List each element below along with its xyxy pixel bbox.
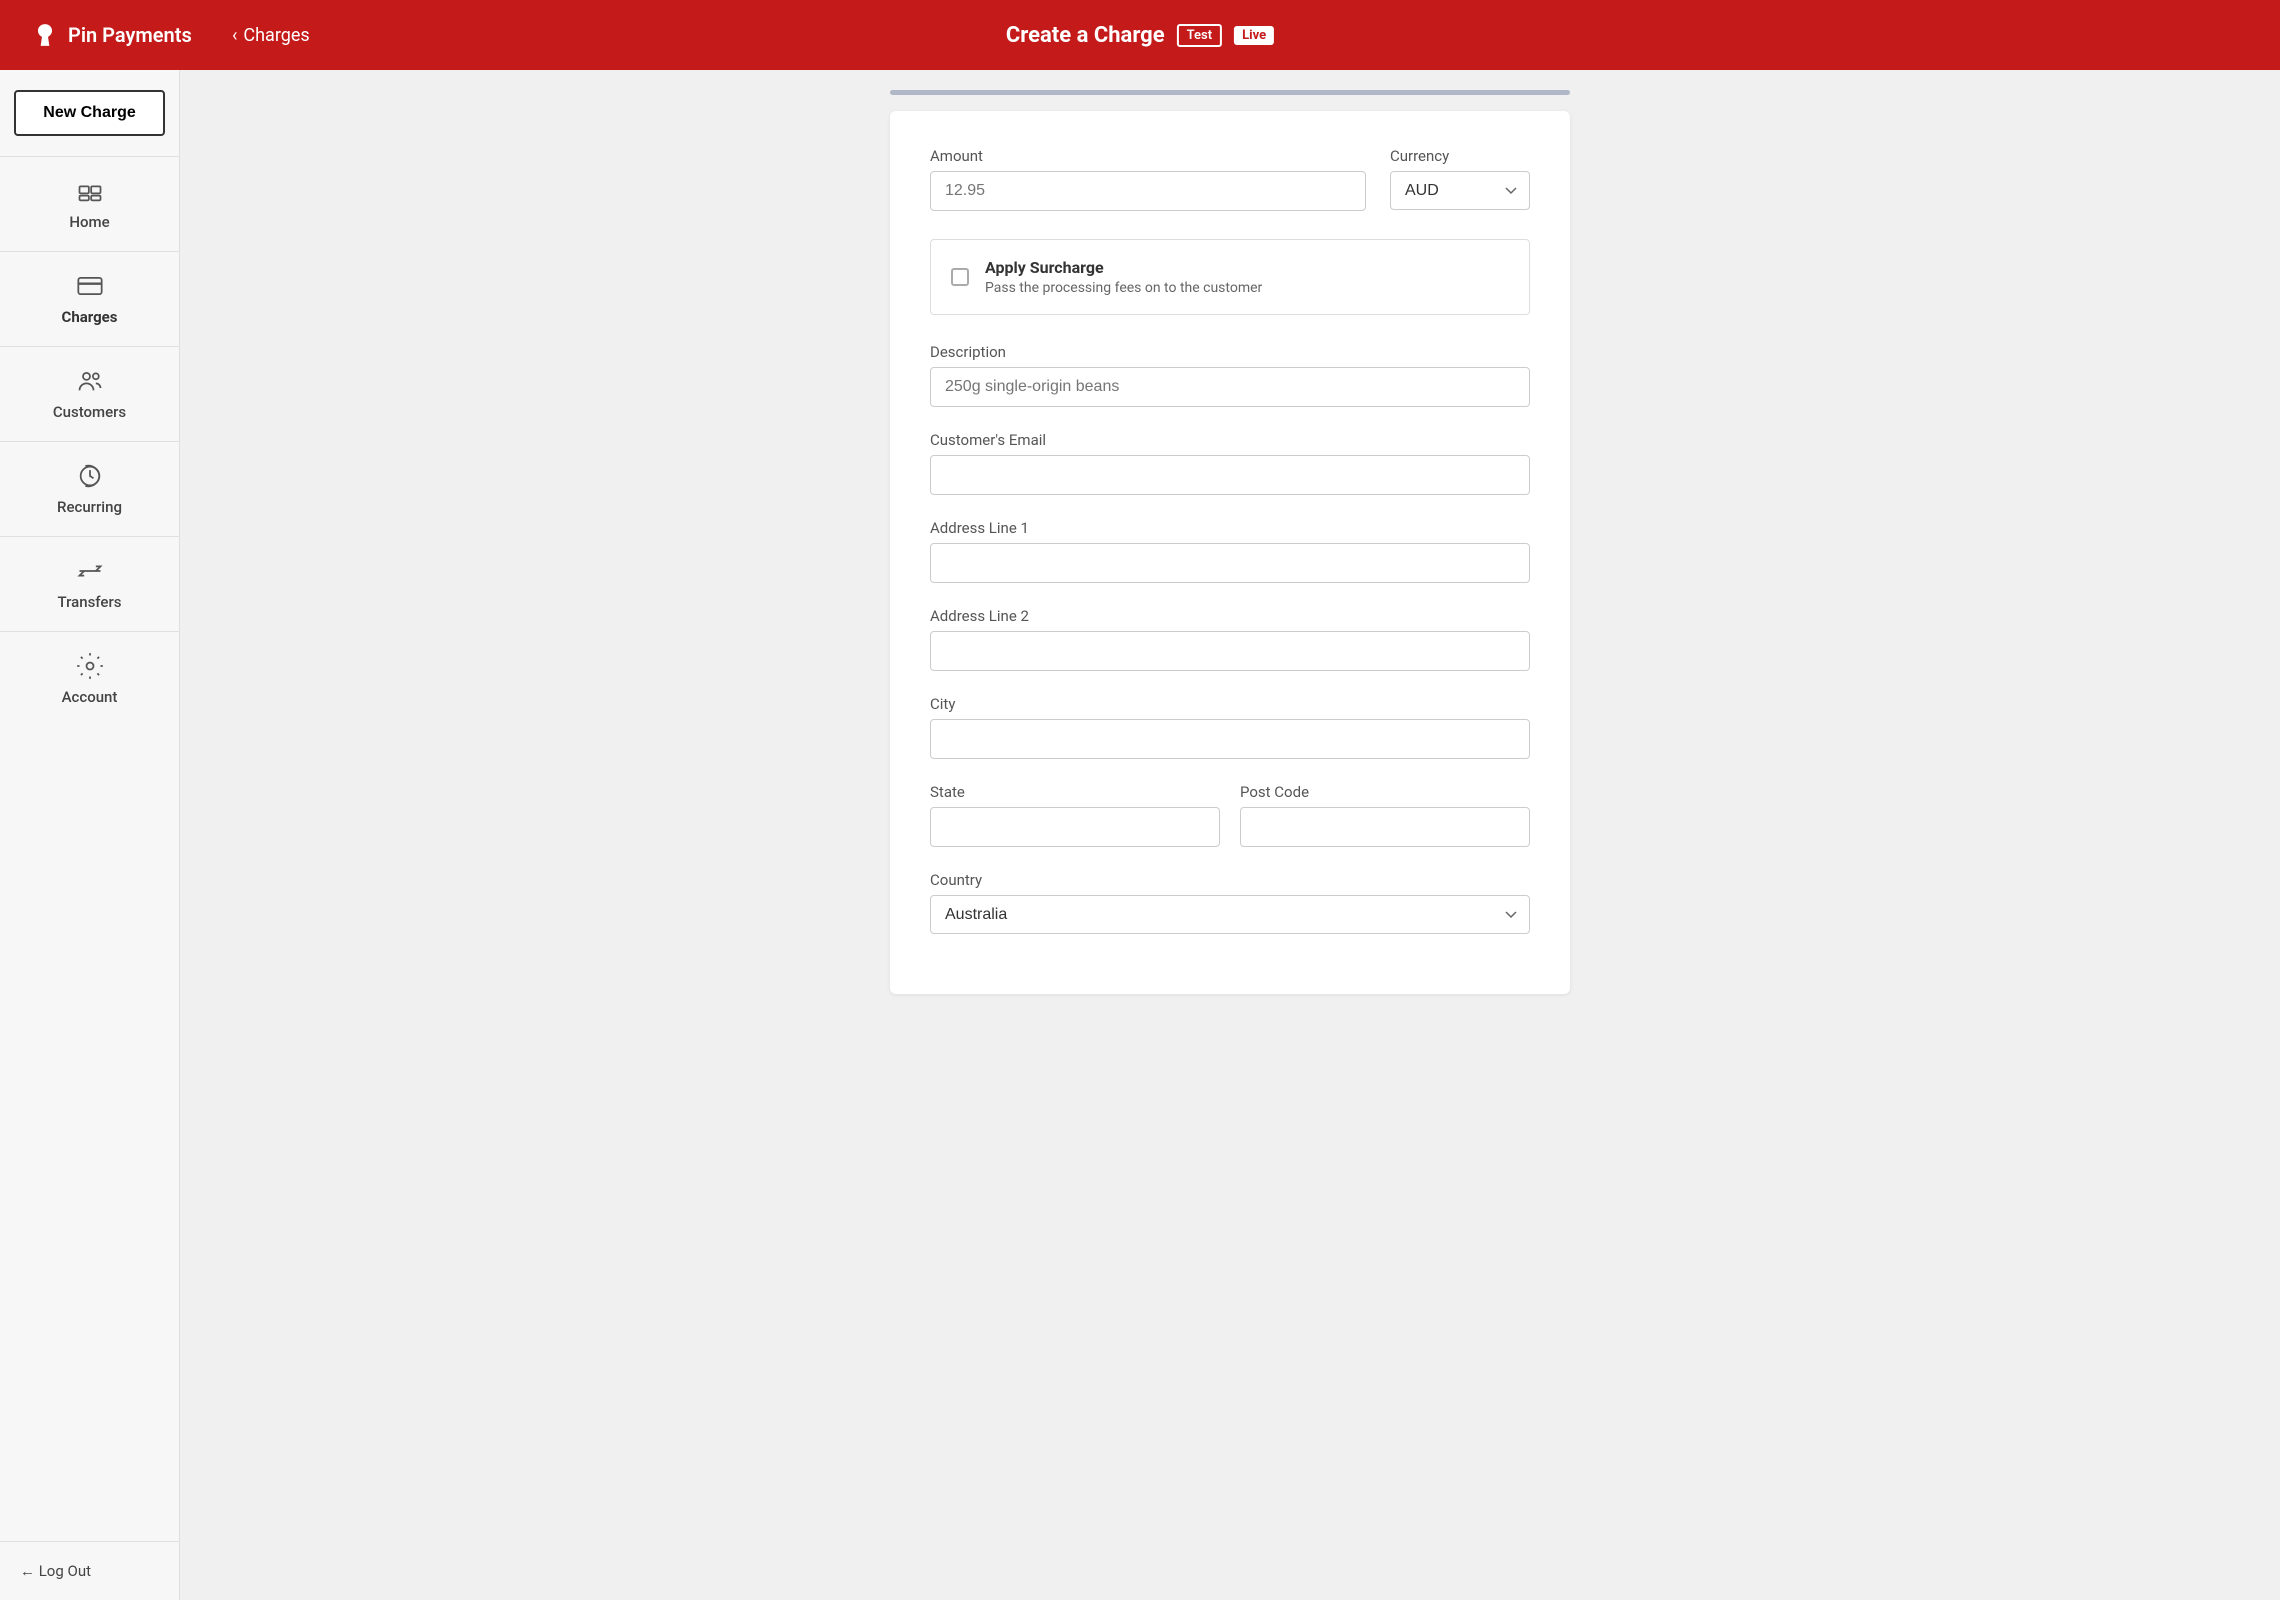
amount-currency-row: Amount Currency AUD USD GBP NZD EUR	[930, 147, 1530, 211]
sidebar-item-home[interactable]: Home	[0, 156, 179, 251]
main-content: Amount Currency AUD USD GBP NZD EUR	[180, 70, 2280, 1600]
city-label: City	[930, 695, 1530, 713]
charges-icon	[76, 272, 104, 300]
state-postcode-row: State Post Code	[930, 783, 1530, 847]
sidebar-nav: Home Charges Customers	[0, 156, 179, 726]
sidebar-item-account-label: Account	[62, 688, 118, 706]
sidebar-item-home-label: Home	[69, 213, 109, 231]
header: Pin Payments ‹ Charges Create a Charge T…	[0, 0, 2280, 70]
surcharge-text: Apply Surcharge Pass the processing fees…	[985, 258, 1262, 296]
sidebar-item-recurring[interactable]: Recurring	[0, 441, 179, 536]
surcharge-checkbox[interactable]	[951, 268, 969, 286]
sidebar-item-charges-label: Charges	[62, 308, 118, 326]
back-link[interactable]: ‹ Charges	[232, 25, 310, 46]
logout-label: ← Log Out	[20, 1562, 91, 1580]
country-field-group: Country Australia New Zealand United Sta…	[930, 871, 1530, 934]
email-field-group: Customer's Email	[930, 431, 1530, 495]
logo-text: Pin Payments	[68, 23, 192, 47]
state-input[interactable]	[930, 807, 1220, 847]
surcharge-title: Apply Surcharge	[985, 258, 1262, 277]
transfers-icon	[76, 557, 104, 585]
test-badge[interactable]: Test	[1177, 24, 1222, 47]
address1-field-group: Address Line 1	[930, 519, 1530, 583]
email-label: Customer's Email	[930, 431, 1530, 449]
customers-icon	[76, 367, 104, 395]
city-field-group: City	[930, 695, 1530, 759]
sidebar: New Charge Home Charges	[0, 70, 180, 1600]
country-select[interactable]: Australia New Zealand United States Unit…	[930, 895, 1530, 934]
logout-item[interactable]: ← Log Out	[0, 1541, 179, 1600]
address1-input[interactable]	[930, 543, 1530, 583]
logo: Pin Payments	[32, 22, 212, 48]
sidebar-item-account[interactable]: Account	[0, 631, 179, 726]
description-field-group: Description	[930, 343, 1530, 407]
country-label: Country	[930, 871, 1530, 889]
postcode-input[interactable]	[1240, 807, 1530, 847]
address2-label: Address Line 2	[930, 607, 1530, 625]
sidebar-item-customers[interactable]: Customers	[0, 346, 179, 441]
sidebar-item-charges[interactable]: Charges	[0, 251, 179, 346]
sidebar-item-transfers[interactable]: Transfers	[0, 536, 179, 631]
live-badge[interactable]: Live	[1234, 26, 1274, 45]
form-card: Amount Currency AUD USD GBP NZD EUR	[890, 111, 1570, 994]
amount-field-group: Amount	[930, 147, 1366, 211]
back-label: Charges	[243, 25, 309, 46]
address2-input[interactable]	[930, 631, 1530, 671]
currency-select[interactable]: AUD USD GBP NZD EUR	[1390, 171, 1530, 210]
home-icon	[76, 177, 104, 205]
state-label: State	[930, 783, 1220, 801]
postcode-field-group: Post Code	[1240, 783, 1530, 847]
new-charge-button[interactable]: New Charge	[14, 90, 165, 136]
logo-icon	[32, 22, 58, 48]
currency-field-group: Currency AUD USD GBP NZD EUR	[1390, 147, 1530, 211]
recurring-icon	[76, 462, 104, 490]
amount-input[interactable]	[930, 171, 1366, 211]
sidebar-item-recurring-label: Recurring	[57, 498, 122, 516]
description-label: Description	[930, 343, 1530, 361]
surcharge-box[interactable]: Apply Surcharge Pass the processing fees…	[930, 239, 1530, 315]
form-container: Amount Currency AUD USD GBP NZD EUR	[860, 70, 1600, 1054]
amount-label: Amount	[930, 147, 1366, 165]
address1-label: Address Line 1	[930, 519, 1530, 537]
surcharge-desc: Pass the processing fees on to the custo…	[985, 280, 1262, 296]
email-input[interactable]	[930, 455, 1530, 495]
state-field-group: State	[930, 783, 1220, 847]
sidebar-item-customers-label: Customers	[53, 403, 126, 421]
address2-field-group: Address Line 2	[930, 607, 1530, 671]
description-input[interactable]	[930, 367, 1530, 407]
page-title-container: Create a Charge Test Live	[1006, 23, 1274, 48]
currency-label: Currency	[1390, 147, 1530, 165]
layout: New Charge Home Charges	[0, 70, 2280, 1600]
city-input[interactable]	[930, 719, 1530, 759]
page-title: Create a Charge	[1006, 23, 1165, 48]
back-arrow-icon: ‹	[232, 25, 237, 46]
progress-bar	[890, 90, 1570, 95]
account-icon	[76, 652, 104, 680]
postcode-label: Post Code	[1240, 783, 1530, 801]
sidebar-item-transfers-label: Transfers	[58, 593, 122, 611]
